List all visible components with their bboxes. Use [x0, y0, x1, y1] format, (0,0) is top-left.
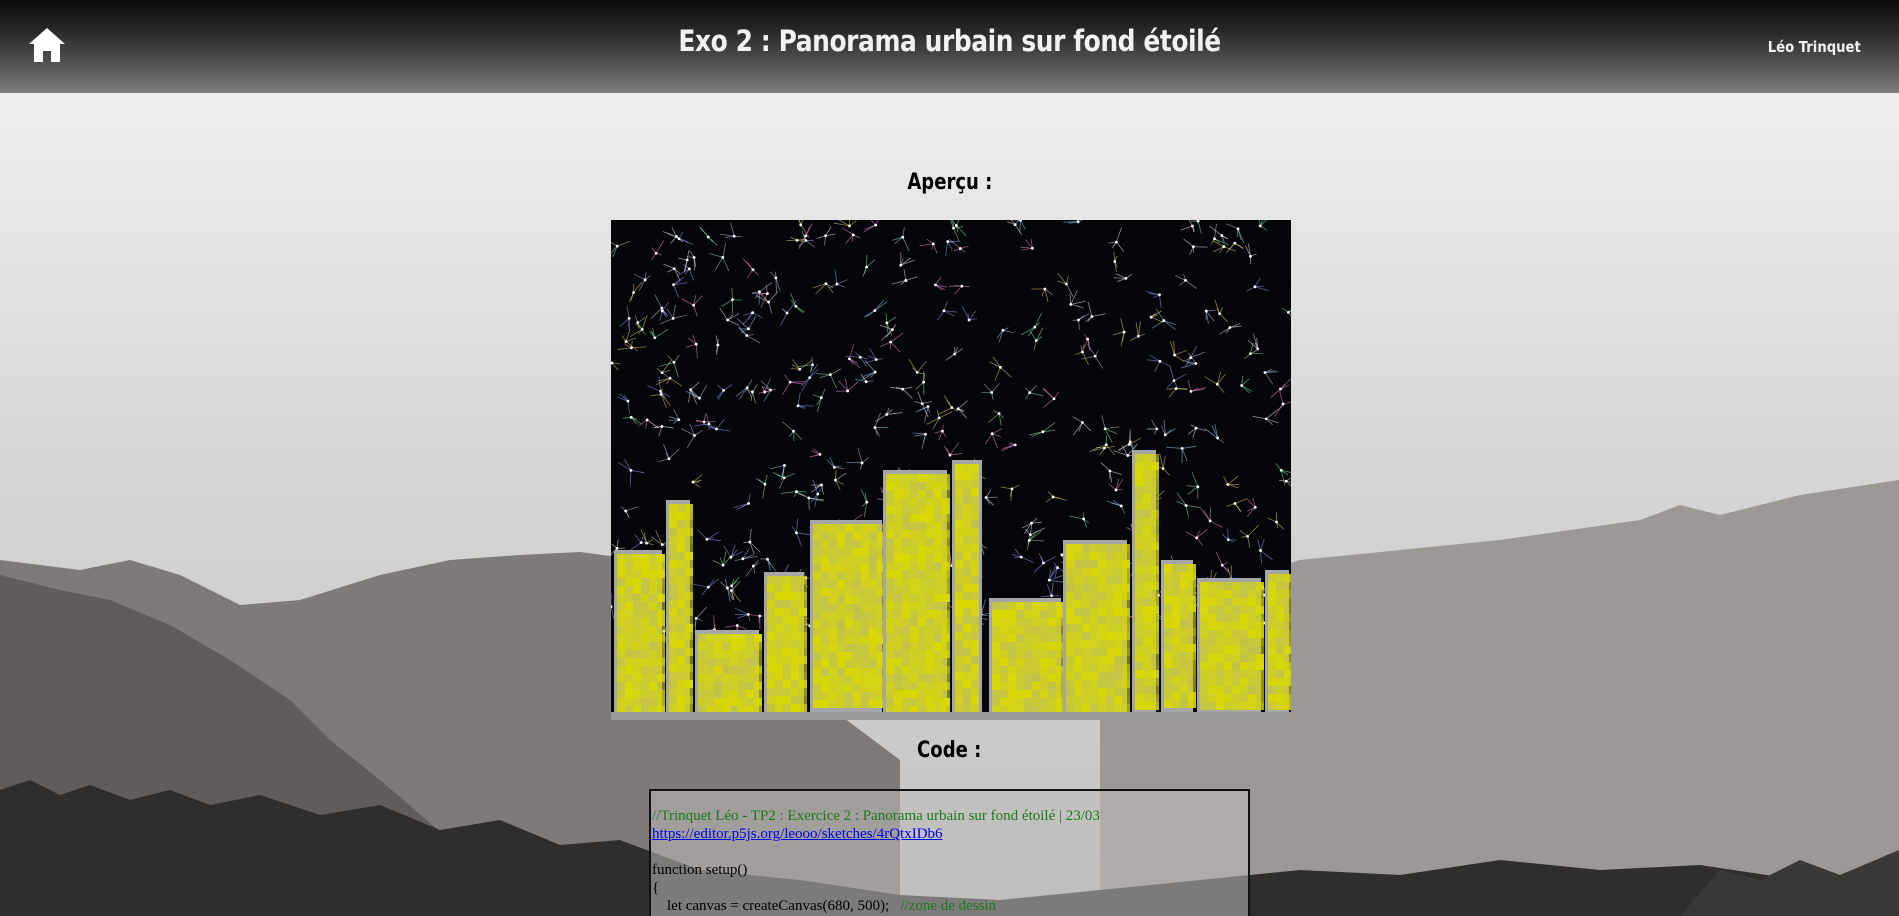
code-title-text: Code :	[917, 738, 982, 763]
building	[1132, 450, 1159, 720]
preview-section-title: Aperçu :	[0, 170, 1899, 195]
building	[695, 630, 762, 720]
ground-strip	[611, 712, 1291, 720]
code-setup-line: function setup()	[652, 862, 748, 878]
code-comment-line: //Trinquet Léo - TP2 : Exercice 2 : Pano…	[652, 808, 1100, 824]
building	[614, 550, 665, 720]
building	[952, 460, 982, 720]
code-section-title: Code :	[0, 738, 1899, 763]
building	[1197, 578, 1264, 720]
home-button[interactable]	[27, 26, 67, 64]
building	[1161, 560, 1196, 720]
code-block: //Trinquet Léo - TP2 : Exercice 2 : Pano…	[649, 789, 1250, 916]
author-name: Léo Trinquet	[1767, 38, 1861, 56]
code-canvas-statement: let canvas = createCanvas(680, 500);	[652, 898, 890, 914]
preview-canvas	[611, 220, 1291, 720]
building	[1063, 540, 1130, 720]
preview-title-text: Aperçu :	[906, 170, 993, 195]
building	[1265, 570, 1291, 720]
page-title: Exo 2 : Panorama urbain sur fond étoilé	[678, 24, 1221, 58]
top-header: Exo 2 : Panorama urbain sur fond étoilé …	[0, 0, 1899, 93]
home-icon	[29, 28, 65, 62]
code-canvas-line: let canvas = createCanvas(680, 500); //z…	[651, 897, 1248, 915]
building	[666, 500, 693, 720]
building	[810, 520, 885, 720]
code-canvas-comment: //zone de dessin	[900, 898, 997, 914]
building	[989, 598, 1064, 720]
building	[764, 572, 807, 720]
code-brace-line: {	[652, 880, 660, 896]
building	[883, 470, 950, 720]
editor-link[interactable]: https://editor.p5js.org/leooo/sketches/4…	[652, 826, 943, 842]
